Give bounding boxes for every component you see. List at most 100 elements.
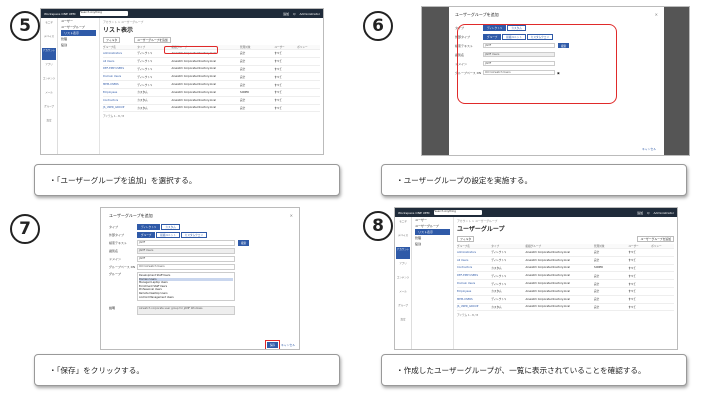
table-row[interactable]: DEF-EMP USERS ディレクトリ Airwatch Corporate.Di… <box>103 66 320 74</box>
group-select-row: グループ Development Staff Users Domain User… <box>109 272 293 302</box>
left-nav: モニタ デバイス アカウント アプリ コンテンツ メール グループ 設定 <box>395 217 412 349</box>
nav-item-accounts[interactable]: アカウント <box>396 247 410 259</box>
nav-item[interactable]: 設定 <box>42 118 56 130</box>
top-bar: Workspace ONE UEM Search Anything 追加 Q Adm… <box>41 9 323 18</box>
nav-item[interactable]: モニタ <box>42 20 56 32</box>
table-footer: アイテム 1 - 8 / 8 <box>457 314 478 318</box>
screenshot-step6: ユーザーグループを追加 ✕ タイプ ディレクトリ カスタム 外部タイプ グループ 組織ユ… <box>421 6 690 156</box>
screenshot-step5: Workspace ONE UEM Search Anything 追加 Q Adm… <box>40 8 324 155</box>
table-row[interactable]: MEM-USERS ディレクトリ Airwatch Corporate.Direct… <box>103 81 320 89</box>
cancel-button[interactable]: キャンセル <box>642 147 656 151</box>
left-nav: モニタ デバイス アカウント アプリ コンテンツ メール グループ 設定 <box>41 18 58 154</box>
table-row[interactable]: Domain Users ディレクトリ Airwatch Corporate.Dir… <box>103 73 320 82</box>
step-number: 8 <box>363 211 393 241</box>
sub-nav: ユーザー ユーザーグループ リスト表示 管理 役割 <box>412 217 454 349</box>
screenshot-step7: ユーザーグループを追加 ✕ タイプ ディレクトリ カスタム 外部タイプ グループ 組織ユ… <box>100 207 300 350</box>
ext-type-label: 外部タイプ <box>109 233 125 237</box>
modal-header: ユーザーグループを追加 ✕ <box>455 12 658 18</box>
step-number: 7 <box>10 214 40 244</box>
nav-item[interactable]: アプリ <box>42 62 56 74</box>
desc-label: 説明 <box>109 306 116 311</box>
dn-field: JAMF Users <box>137 248 235 254</box>
table-row[interactable]: Administrators ディレクトリ Airwatch Corporate.D… <box>457 249 674 257</box>
group-listbox[interactable]: Development Staff Users Domain Users Man… <box>137 272 235 302</box>
table-row[interactable]: MEM-USERS ディレクトリ Airwatch Corporate.Direct… <box>457 296 674 304</box>
app-name: Workspace ONE UEM <box>398 210 430 215</box>
add-user-group-modal: ユーザーグループを追加 ✕ タイプ ディレクトリ カスタム 外部タイプ グループ 組織ユ… <box>101 208 299 349</box>
type-label: タイプ <box>109 225 119 229</box>
nav-item-accounts[interactable]: アカウント <box>42 48 56 60</box>
group-base-label: グループベース DN <box>109 265 136 269</box>
search-input[interactable]: Search Anything <box>433 210 482 215</box>
group-base-field[interactable]: OU=Airwatch Users <box>137 264 235 270</box>
table-row[interactable]: JS_USER_GROUP カスタム Airwatch Corporate.Dire… <box>103 105 320 113</box>
nav-item[interactable]: デバイス <box>42 34 56 46</box>
table-row[interactable]: Contractors カスタム Airwatch Corporate.Direct… <box>103 97 320 105</box>
highlight-settings <box>457 24 617 104</box>
caption-step6: ・ユーザーグループの設定を実施する。 <box>381 164 687 196</box>
close-icon[interactable]: ✕ <box>655 12 658 18</box>
domain-field[interactable]: JAMF <box>137 256 235 262</box>
search-button[interactable]: 検索 <box>238 240 250 246</box>
desc-row: 説明 Airwatch corporate user group for JAM… <box>109 306 293 316</box>
nav-item[interactable]: グループ <box>396 303 410 315</box>
modal-title: ユーザーグループを追加 <box>455 12 499 17</box>
step-number: 6 <box>363 11 393 41</box>
nav-item[interactable]: コンテンツ <box>396 275 410 287</box>
table-row[interactable]: All Users ディレクトリ Airwatch Corporate.Direct… <box>457 257 674 265</box>
modal-header: ユーザーグループを追加 ✕ <box>109 213 293 219</box>
nav-item[interactable]: 設定 <box>396 317 410 329</box>
add-user-group-button[interactable]: ユーザーグループを追加 <box>637 236 674 242</box>
subnav-roles[interactable]: 役割 <box>412 241 453 247</box>
step-number: 5 <box>10 11 40 41</box>
group-table: グループ名 タイプ 組織グループ 管理対象 ユーザー ポリシー Administrator… <box>457 244 674 312</box>
table-footer: アイテム 1 - 8 / 8 <box>103 115 124 119</box>
nav-item[interactable]: グループ <box>42 104 56 116</box>
screenshot-step8: Workspace ONE UEM Search Anything 追加 Q Adm… <box>394 207 678 350</box>
caption-step8: ・作成したユーザーグループが、一覧に表示されていることを確認する。 <box>381 354 687 386</box>
filter-button[interactable]: フィルタ <box>103 37 121 43</box>
top-right-menu: 追加 Q Administrator <box>637 210 674 215</box>
modal-actions: 保存 キャンセル <box>264 340 295 349</box>
nav-item[interactable]: アプリ <box>396 261 410 273</box>
ext-type-toggle[interactable]: グループ 組織ユニット カスタムクエリ <box>137 232 207 238</box>
save-button[interactable]: 保存 <box>264 340 281 349</box>
table-row[interactable]: Employees カスタム Airwatch Corporate.Director… <box>103 89 320 97</box>
add-user-group-button[interactable]: ユーザーグループを追加 <box>134 37 171 43</box>
filter-button[interactable]: フィルタ <box>457 236 475 242</box>
nav-item[interactable]: モニタ <box>396 219 410 231</box>
toolbar: フィルタ ユーザーグループを追加 <box>103 37 320 43</box>
cancel-button[interactable]: キャンセル <box>281 343 295 347</box>
nav-item[interactable]: デバイス <box>396 233 410 245</box>
table-row[interactable]: All Users ディレクトリ Airwatch Corporate.Direct… <box>103 58 320 66</box>
domain-label: ドメイン <box>109 257 122 261</box>
highlight-add-button <box>164 46 218 54</box>
caption-step5: ・「ユーザーグループを追加」を選択する。 <box>34 164 340 196</box>
table-row[interactable]: Employees カスタム Airwatch Corporate.Director… <box>457 288 674 296</box>
desc-field[interactable]: Airwatch corporate user group for JAMF W… <box>137 306 235 316</box>
main-content: アカウント > ユーザーグループ ユーザーグループ フィルタ ユーザーグループを… <box>457 219 674 349</box>
dn-label: 識別名 <box>109 249 119 253</box>
table-row[interactable]: DEF-EMP USERS ディレクトリ Airwatch Corporate.Di… <box>457 272 674 281</box>
page-title: リスト表示 <box>103 27 134 34</box>
nav-item[interactable]: メール <box>42 90 56 102</box>
nav-item[interactable]: コンテンツ <box>42 76 56 88</box>
close-icon[interactable]: ✕ <box>290 213 293 219</box>
group-table: グループ名 タイプ 組織グループ 管理対象 ユーザー ポリシー Administrator… <box>103 45 320 113</box>
sub-nav: ユーザー ユーザーグループ リスト表示 管理 役割 <box>58 18 100 154</box>
nav-item[interactable]: メール <box>396 289 410 301</box>
table-row[interactable]: JS_USER_GROUP カスタム Airwatch Corporate.Dire… <box>457 304 674 312</box>
toolbar: フィルタ ユーザーグループを追加 <box>457 236 674 242</box>
table-row[interactable]: Contractors カスタム Airwatch Corporate.Direct… <box>457 265 674 273</box>
group-label: グループ <box>109 272 121 276</box>
subnav-roles[interactable]: 役割 <box>58 42 99 48</box>
caption-step7: ・「保存」をクリックする。 <box>34 354 340 386</box>
top-bar: Workspace ONE UEM Search Anything 追加 Q Adm… <box>395 208 677 217</box>
search-text-input[interactable]: JAMF <box>137 240 235 246</box>
search-text-label: 検索テキスト <box>109 241 127 245</box>
table-row[interactable]: Domain Users ディレクトリ Airwatch Corporate.Dir… <box>457 280 674 288</box>
search-input[interactable]: Search Anything <box>79 11 128 16</box>
top-right-menu: 追加 Q Administrator <box>283 11 320 16</box>
breadcrumb: アカウント > ユーザーグループ <box>103 20 144 24</box>
type-toggle[interactable]: ディレクトリ カスタム <box>137 224 180 230</box>
